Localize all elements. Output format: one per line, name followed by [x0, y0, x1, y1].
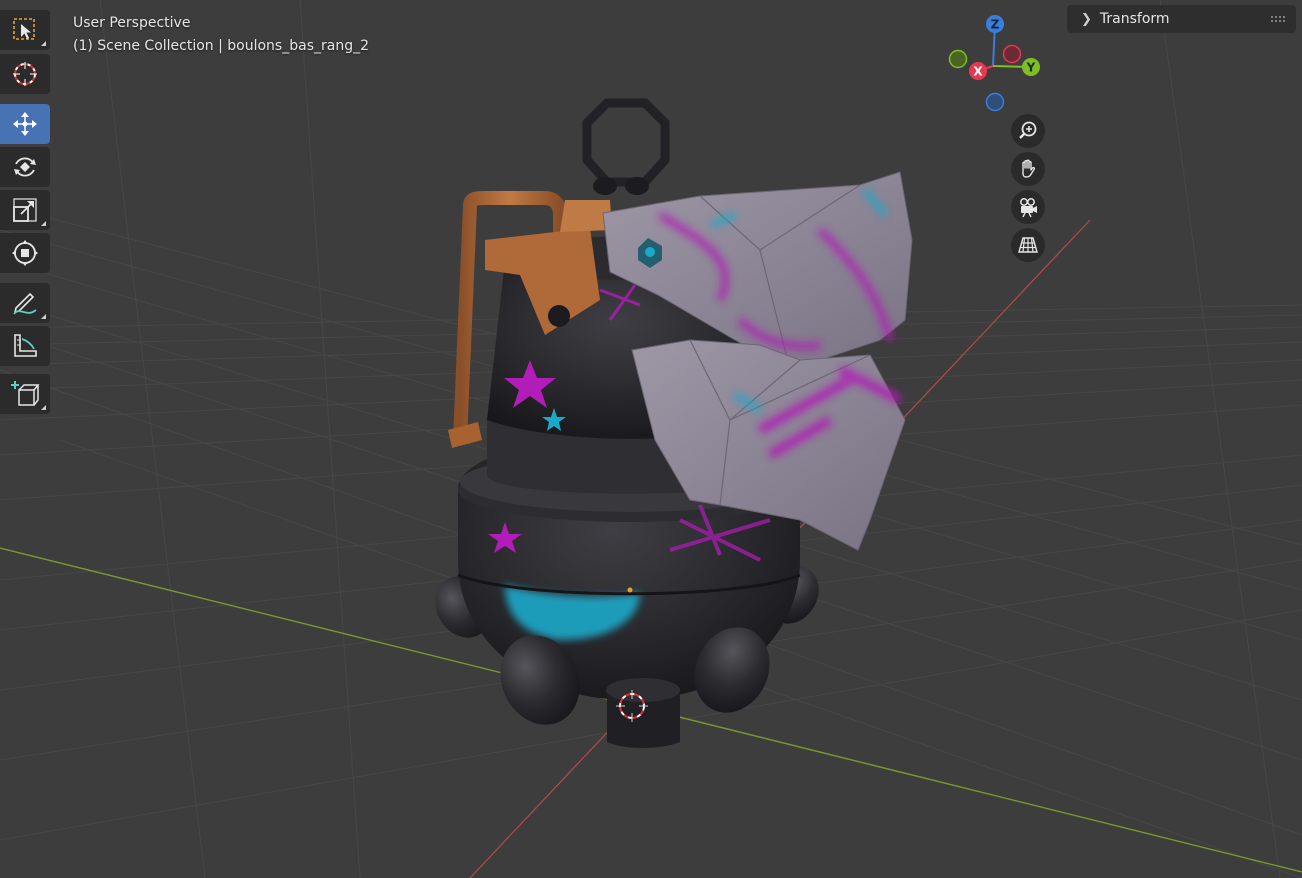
annotate-icon — [13, 292, 37, 315]
annotate-tool[interactable] — [0, 283, 50, 323]
y-axis-label: Y — [1026, 61, 1036, 75]
select-box-tool[interactable] — [0, 10, 50, 50]
transform-panel-header[interactable]: ❯ Transform — [1067, 5, 1296, 33]
rotate-icon — [14, 157, 36, 177]
x-axis-label: X — [973, 65, 983, 79]
measure-icon — [14, 334, 37, 357]
navigation-gizmo[interactable]: Z Y X — [945, 12, 1045, 112]
camera-button[interactable] — [1011, 190, 1045, 224]
viewport-info: User Perspective (1) Scene Collection | … — [73, 12, 369, 58]
scene-render[interactable] — [0, 0, 1302, 878]
neg-x-axis[interactable] — [1002, 44, 1022, 64]
zoom-icon — [1019, 121, 1037, 139]
pan-button[interactable] — [1011, 152, 1045, 186]
neg-y-axis[interactable] — [948, 49, 968, 69]
neg-z-axis[interactable] — [985, 92, 1005, 112]
transform-label: Transform — [1099, 11, 1170, 27]
transform-tool[interactable] — [0, 233, 50, 273]
grenade-model[interactable] — [424, 98, 913, 748]
rotate-tool[interactable] — [0, 147, 50, 187]
transform-icon — [12, 240, 38, 266]
3d-viewport[interactable]: User Perspective (1) Scene Collection | … — [0, 0, 1302, 878]
cursor-icon — [13, 62, 37, 86]
camera-icon — [1020, 198, 1037, 218]
view-name: User Perspective — [73, 15, 191, 31]
grid-icon — [1018, 237, 1038, 253]
scale-tool[interactable] — [0, 190, 50, 230]
move-tool[interactable] — [0, 104, 50, 144]
move-icon — [13, 112, 37, 136]
zoom-button[interactable] — [1011, 114, 1045, 148]
add-cube-icon — [11, 381, 40, 406]
cursor-tool[interactable] — [0, 54, 50, 94]
z-axis-label: Z — [991, 18, 1000, 32]
ortho-toggle-button[interactable] — [1011, 228, 1045, 262]
collection-line: (1) Scene Collection | boulons_bas_rang_… — [73, 38, 369, 54]
chevron-right-icon: ❯ — [1081, 11, 1092, 27]
scale-icon — [13, 198, 37, 222]
measure-tool[interactable] — [0, 326, 50, 366]
drag-grip-icon[interactable] — [1270, 14, 1286, 24]
add-cube-tool[interactable] — [0, 374, 50, 414]
select-box-icon — [13, 18, 35, 40]
hand-icon — [1022, 159, 1036, 178]
